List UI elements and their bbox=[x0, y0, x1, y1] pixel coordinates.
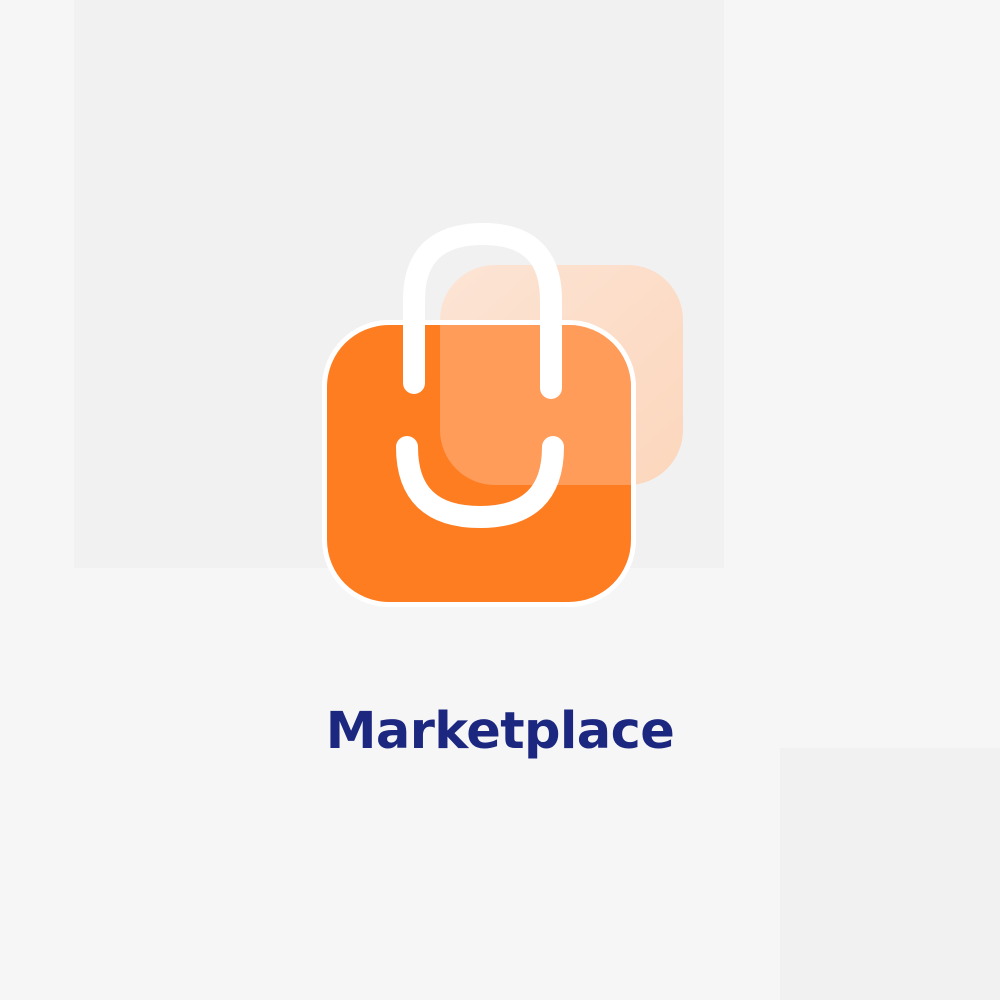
brand-name: Marketplace bbox=[325, 702, 675, 761]
background-panel-bottom bbox=[780, 748, 1000, 1000]
shopping-bag-icon bbox=[300, 210, 700, 620]
